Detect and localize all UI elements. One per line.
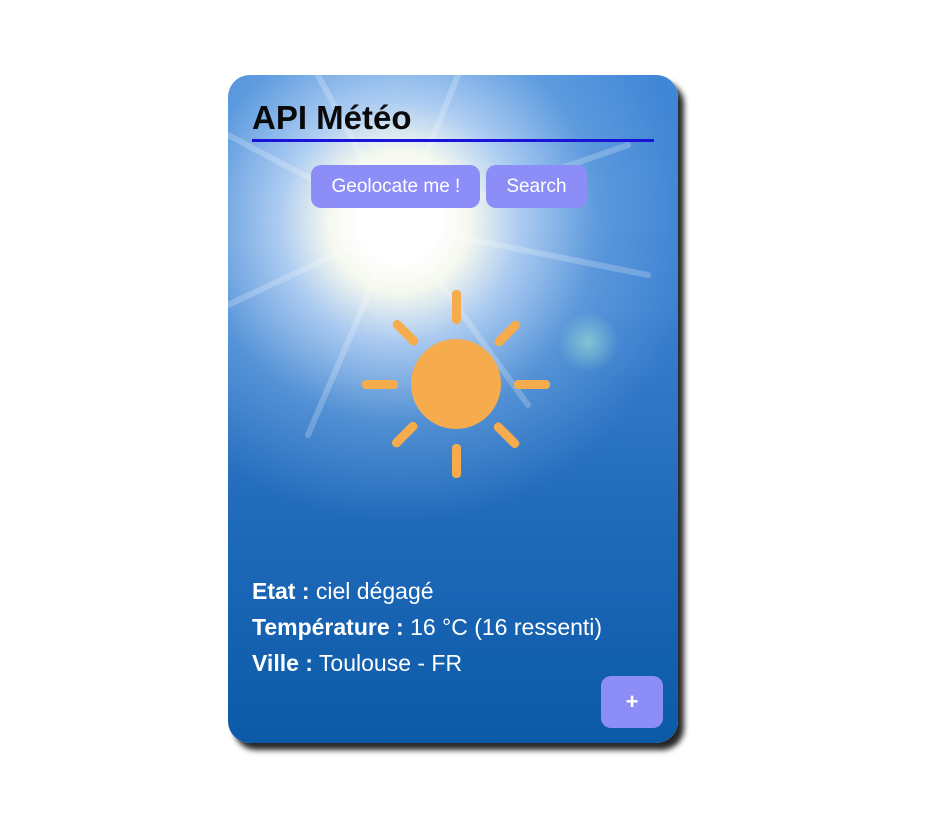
state-label: Etat : xyxy=(252,578,310,604)
weather-card: API Météo Geolocate me ! Search Etat : c… xyxy=(228,75,678,743)
sun-icon xyxy=(362,290,550,478)
city-row: Ville : Toulouse - FR xyxy=(252,645,602,681)
temperature-value: 16 °C (16 ressenti) xyxy=(410,614,603,640)
add-button[interactable]: + xyxy=(601,676,663,728)
page-title: API Météo xyxy=(252,99,654,142)
city-label: Ville : xyxy=(252,650,313,676)
search-button[interactable]: Search xyxy=(486,165,587,208)
action-buttons: Geolocate me ! Search xyxy=(228,165,678,208)
state-value: ciel dégagé xyxy=(315,578,434,604)
city-value: Toulouse - FR xyxy=(318,650,463,676)
temperature-label: Température : xyxy=(252,614,404,640)
temperature-row: Température : 16 °C (16 ressenti) xyxy=(252,609,602,645)
weather-info: Etat : ciel dégagé Température : 16 °C (… xyxy=(252,573,602,681)
geolocate-button[interactable]: Geolocate me ! xyxy=(311,165,481,208)
state-row: Etat : ciel dégagé xyxy=(252,573,602,609)
